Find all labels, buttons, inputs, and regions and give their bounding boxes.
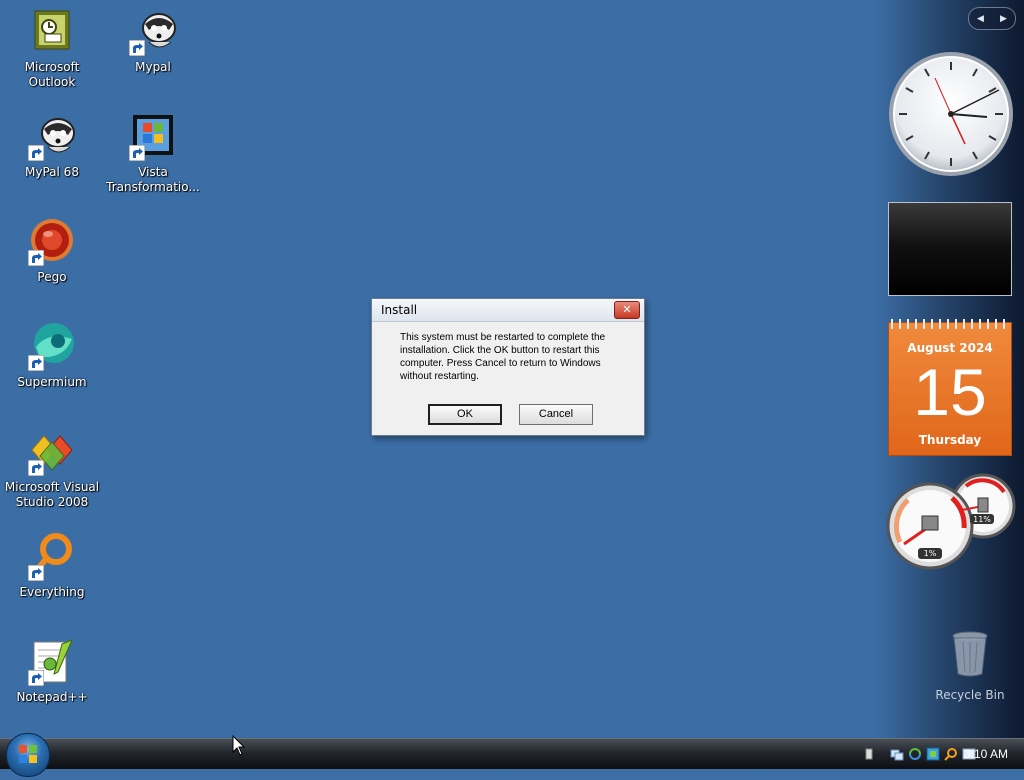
calendar-month-year: August 2024 (907, 341, 993, 355)
cpu-usage-value: 1% (923, 549, 937, 558)
desktop-icon-label: Mypal (135, 60, 171, 74)
recycle-bin-label: Recycle Bin (935, 688, 1005, 702)
outlook-icon (28, 8, 76, 56)
desktop-icon-recycle-bin[interactable]: Recycle Bin (930, 630, 1010, 702)
slideshow-gadget[interactable] (888, 202, 1012, 296)
visual-studio-icon (28, 428, 76, 476)
desktop-icon-outlook[interactable]: Microsoft Outlook (0, 4, 104, 90)
desktop-icon-notepadpp[interactable]: Notepad++ (0, 634, 104, 705)
dialog-titlebar[interactable]: Install ✕ (372, 299, 644, 322)
vista-transformation-icon (129, 113, 177, 161)
desktop-icon-pego[interactable]: Pego (0, 214, 104, 285)
desktop-icon-label: Microsoft Visual Studio 2008 (4, 480, 100, 509)
shortcut-arrow-icon (28, 145, 44, 161)
sidebar-prev-icon[interactable]: ◀ (977, 14, 984, 24)
clock-face-icon (889, 52, 1013, 176)
desktop-icon-visual-studio[interactable]: Microsoft Visual Studio 2008 (0, 424, 104, 510)
windows-update-icon[interactable] (926, 747, 940, 761)
mouse-cursor-icon (232, 735, 246, 756)
shortcut-arrow-icon (129, 40, 145, 56)
pego-icon (28, 218, 76, 266)
shortcut-arrow-icon (28, 670, 44, 686)
recycle-bin-icon (952, 631, 988, 677)
cancel-button[interactable]: Cancel (519, 404, 593, 425)
desktop-icon-label: Notepad++ (16, 690, 88, 704)
sidebar-nav-control[interactable]: ◀ ▶ (968, 7, 1016, 30)
desktop-icon-label: Everything (19, 585, 85, 599)
desktop-icon-everything[interactable]: Everything (0, 529, 104, 600)
start-button[interactable] (6, 733, 50, 777)
mypal68-icon (28, 113, 76, 161)
calendar-rings (891, 319, 1009, 329)
calendar-gadget[interactable]: August 2024 15 Thursday (888, 319, 1012, 456)
sync-icon[interactable] (908, 747, 922, 761)
safely-remove-hardware-icon[interactable] (862, 747, 876, 761)
desktop-icon-label: Vista Transformatio... (106, 165, 200, 194)
taskbar: 3:10 AM (0, 733, 1024, 777)
desktop-icon-mypal68[interactable]: MyPal 68 (0, 109, 104, 180)
clock-gadget[interactable] (887, 50, 1015, 178)
mypal-icon (129, 8, 177, 56)
desktop-icon-label: Pego (37, 270, 67, 284)
shortcut-arrow-icon (28, 250, 44, 266)
shortcut-arrow-icon (129, 145, 145, 161)
desktop-icon-label: MyPal 68 (25, 165, 79, 179)
calendar-day: 15 (913, 355, 987, 429)
shortcut-arrow-icon (28, 355, 44, 371)
install-dialog: Install ✕ This system must be restarted … (371, 298, 645, 436)
supermium-icon (28, 323, 76, 371)
desktop-icon-label: Microsoft Outlook (24, 60, 80, 89)
clock-time[interactable]: 3:10 AM (964, 747, 1008, 761)
search-icon[interactable] (944, 747, 958, 761)
dialog-title: Install (381, 303, 418, 317)
desktop-icon-vista-transformation[interactable]: Vista Transformatio... (101, 109, 205, 195)
desktop-icon-mypal[interactable]: Mypal (101, 4, 205, 75)
close-icon: ✕ (622, 303, 632, 316)
sidebar-next-icon[interactable]: ▶ (1000, 14, 1007, 24)
close-button[interactable]: ✕ (614, 301, 640, 319)
notepadpp-icon (28, 638, 76, 686)
desktop: Microsoft Outlook Mypal MyPal 68 Vista T… (0, 0, 1024, 738)
shortcut-arrow-icon (28, 565, 44, 581)
network-icon[interactable] (890, 747, 904, 761)
everything-icon (28, 533, 76, 581)
desktop-icon-supermium[interactable]: Supermium (0, 319, 104, 390)
system-tray: 3:10 AM (824, 739, 1024, 769)
shortcut-arrow-icon (28, 460, 44, 476)
dialog-message: This system must be restarted to complet… (400, 332, 606, 382)
calendar-weekday: Thursday (918, 433, 982, 447)
cpu-meter-gadget[interactable]: 1% 11% (886, 472, 1016, 572)
windows-logo-icon (19, 745, 37, 763)
desktop-icon-label: Supermium (17, 375, 87, 389)
memory-usage-value: 11% (973, 515, 991, 524)
ok-button[interactable]: OK (428, 404, 502, 425)
